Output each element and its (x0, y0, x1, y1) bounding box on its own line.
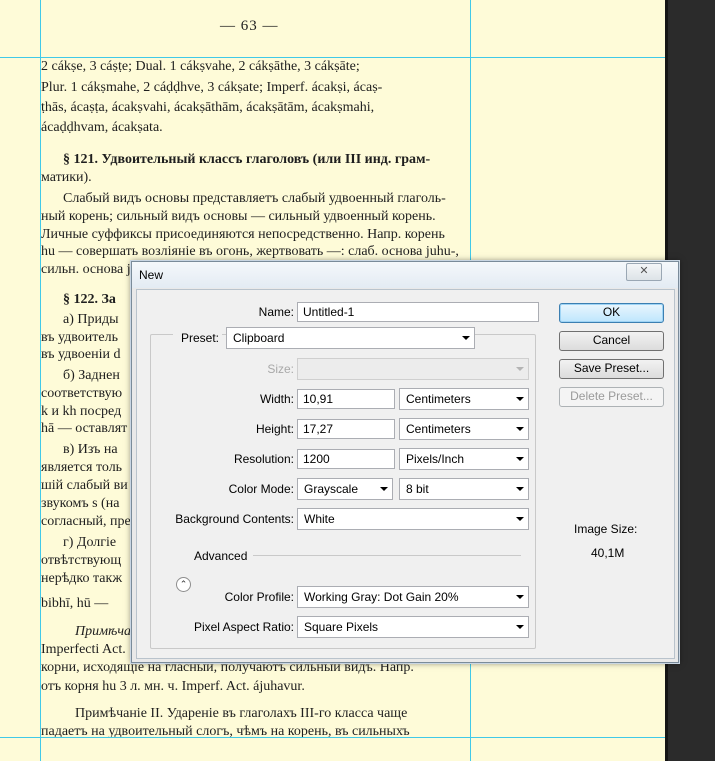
text-line: hā — оставлят (41, 421, 128, 436)
color-mode-value: Grayscale (304, 482, 359, 496)
chevron-down-icon (516, 487, 524, 491)
width-input[interactable]: 10,91 (297, 389, 395, 409)
resolution-unit-value: Pixels/Inch (406, 452, 465, 466)
chevron-down-icon (462, 336, 470, 340)
cancel-button[interactable]: Cancel (559, 331, 664, 351)
background-value: White (304, 512, 335, 526)
name-label: Name: (258, 305, 294, 319)
text-line: ácaḍḍhvam, ácakṣata. (41, 120, 163, 135)
color-profile-select[interactable]: Working Gray: Dot Gain 20% (297, 586, 529, 608)
chevron-down-icon (516, 427, 524, 431)
text-line: Imperfecti Act. (41, 642, 126, 657)
close-button[interactable]: ✕ (626, 263, 662, 281)
size-select (297, 358, 529, 380)
name-input[interactable]: Untitled-1 (297, 302, 539, 322)
text-line: отвѣтствующ (41, 553, 122, 568)
advanced-glyph: ⌃ (179, 579, 188, 589)
text-line: Примѣча (75, 624, 132, 639)
pixel-aspect-label: Pixel Aspect Ratio: (193, 620, 294, 634)
width-unit-value: Centimeters (406, 392, 471, 406)
width-unit-select[interactable]: Centimeters (399, 388, 529, 410)
text-line: bibhī, hū — (41, 596, 109, 611)
ok-button[interactable]: OK (559, 303, 664, 323)
bit-depth-value: 8 bit (406, 482, 429, 496)
guide-horizontal-ext (0, 737, 715, 738)
advanced-label[interactable]: Advanced (194, 549, 247, 563)
resolution-label: Resolution: (233, 452, 294, 466)
text-line: Plur. 1 cákṣmahe, 2 cáḍḍhve, 3 cákṣate; … (41, 80, 383, 95)
text-line: Примѣчаніе II. Удареніе въ глаголахъ III… (75, 706, 408, 721)
background-label: Background Contents: (175, 512, 294, 526)
bit-depth-select[interactable]: 8 bit (399, 478, 529, 500)
text-line: ный корень; сильный видъ основы — сильны… (41, 209, 436, 224)
color-mode-select[interactable]: Grayscale (297, 478, 393, 500)
delete-preset-button: Delete Preset... (559, 387, 664, 407)
color-profile-value: Working Gray: Dot Gain 20% (304, 590, 459, 604)
text-line: в) Изъ на (63, 442, 118, 457)
close-icon: ✕ (639, 265, 649, 277)
guide-horizontal-ext (0, 57, 715, 58)
text-line: Слабый видъ основы представляетъ слабый … (63, 191, 446, 206)
text-line: звукомъ s (на (41, 496, 120, 511)
preset-select[interactable]: Clipboard (226, 327, 475, 349)
new-document-dialog: New ✕ Name: Untitled-1 Preset: Clipboard… (131, 261, 679, 663)
page-number: — 63 — (220, 18, 279, 34)
chevron-down-icon (516, 517, 524, 521)
pixel-aspect-select[interactable]: Square Pixels (297, 616, 529, 638)
color-profile-label: Color Profile: (224, 590, 294, 604)
chevron-down-icon (516, 595, 524, 599)
text-line: является толь (41, 460, 123, 475)
text-line: шій слабый ви (41, 478, 128, 493)
text-line: г) Долгіе (63, 535, 117, 550)
height-unit-value: Centimeters (406, 422, 471, 436)
size-label: Size: (267, 362, 294, 376)
image-size-value: 40,1M (591, 546, 625, 560)
text-line: падаетъ на удвоительный слогъ, чѣмъ на к… (41, 724, 410, 739)
advanced-separator (253, 555, 521, 556)
dialog-body: Name: Untitled-1 Preset: Clipboard Size:… (136, 289, 675, 659)
guide-vertical[interactable] (40, 0, 41, 761)
height-input[interactable]: 17,27 (297, 419, 395, 439)
save-preset-button[interactable]: Save Preset... (559, 359, 664, 379)
text-line: отъ корня hu 3 л. мн. ч. Imperf. Act. áj… (41, 679, 305, 694)
dialog-title: New (139, 268, 164, 282)
resolution-unit-select[interactable]: Pixels/Inch (399, 448, 529, 470)
text-line: сильн. основа ju (41, 262, 138, 277)
height-unit-select[interactable]: Centimeters (399, 418, 529, 440)
chevron-down-icon (380, 487, 388, 491)
text-line: нерѣдко такж (41, 571, 122, 586)
height-label: Height: (255, 422, 294, 436)
dialog-titlebar[interactable]: New ✕ (132, 262, 678, 288)
text-line: 2 cákṣe, 3 cáṣṭe; Dual. 1 cákṣvahe, 2 cá… (41, 59, 360, 74)
chevron-down-icon (516, 397, 524, 401)
text-line: матики). (41, 170, 92, 185)
text-line: въ удвоеніи d (41, 347, 121, 362)
text-line: соответствую (41, 386, 123, 401)
section-heading: § 122. За (63, 292, 116, 307)
preset-value: Clipboard (233, 331, 285, 345)
text-line: ṭhās, ácaṣṭa, ácakṣvahi, ácakṣāthām, áca… (41, 100, 375, 115)
expand-collapse-icon[interactable]: ⌃ (176, 577, 191, 592)
text-line: согласный, пре (41, 514, 131, 529)
preset-label: Preset: (172, 331, 222, 345)
resolution-input[interactable]: 1200 (297, 449, 395, 469)
chevron-down-icon (516, 367, 524, 371)
background-select[interactable]: White (297, 508, 529, 530)
text-line: hu — совершать возліяніе въ огонь, жертв… (41, 244, 459, 259)
text-line: б) Заднен (63, 368, 120, 383)
image-size-label: Image Size: (574, 522, 638, 536)
width-label: Width: (259, 392, 294, 406)
text-line: а) Приды (63, 312, 119, 327)
chevron-down-icon (516, 625, 524, 629)
chevron-down-icon (516, 457, 524, 461)
color-mode-label: Color Mode: (228, 482, 294, 496)
section-heading: § 121. Удвоительный классъ глаголовъ (ил… (63, 152, 431, 167)
pixel-aspect-value: Square Pixels (304, 620, 379, 634)
